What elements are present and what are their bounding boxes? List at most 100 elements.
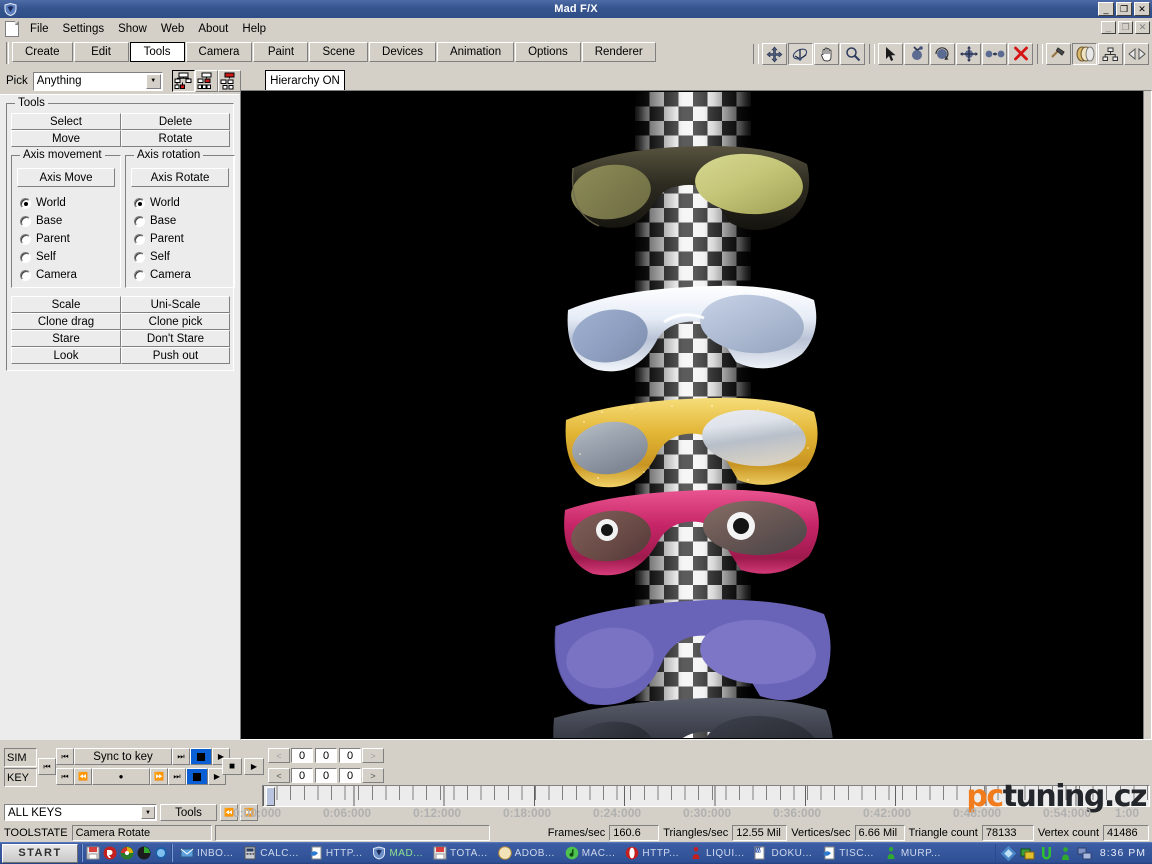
dont-stare-button[interactable]: Don't Stare xyxy=(121,330,230,347)
look-button[interactable]: Look xyxy=(11,347,121,364)
hierarchy-child-icon[interactable] xyxy=(195,70,218,92)
uni-scale-button[interactable]: Uni-Scale xyxy=(121,296,230,313)
app-green-icon[interactable] xyxy=(137,846,151,860)
save-icon[interactable] xyxy=(86,846,100,860)
link-objects-icon[interactable] xyxy=(982,43,1007,65)
menu-item-settings[interactable]: Settings xyxy=(56,21,112,37)
counter1-field-1[interactable]: 0 xyxy=(291,748,313,763)
push-out-button[interactable]: Push out xyxy=(121,347,230,364)
task-adobe[interactable]: ADOB... xyxy=(494,844,559,862)
menu-item-about[interactable]: About xyxy=(191,21,235,37)
key-stop-button[interactable] xyxy=(186,768,208,785)
radio-move-parent[interactable]: Parent xyxy=(20,230,77,248)
radio-move-camera[interactable]: Camera xyxy=(20,266,77,284)
tab-scene[interactable]: Scene xyxy=(309,42,369,62)
flip-arrows-icon[interactable] xyxy=(1124,43,1149,65)
move-object-icon[interactable] xyxy=(904,43,929,65)
tab-create[interactable]: Create xyxy=(12,42,73,62)
anim-tools-button[interactable]: Tools xyxy=(160,804,217,821)
tab-camera[interactable]: Camera xyxy=(185,42,253,62)
counter2-field-3[interactable]: 0 xyxy=(339,768,361,783)
radio-rot-camera[interactable]: Camera xyxy=(134,266,191,284)
task-doku[interactable]: W DOKU... xyxy=(750,844,816,862)
start-button[interactable]: START xyxy=(2,843,78,863)
counter1-field-2[interactable]: 0 xyxy=(315,748,337,763)
radio-move-self[interactable]: Self xyxy=(20,248,77,266)
diamond-icon[interactable] xyxy=(1000,845,1016,861)
global-stop-button[interactable]: ■ xyxy=(222,758,242,775)
counter2-field-1[interactable]: 0 xyxy=(291,768,313,783)
maximize-button[interactable]: ❐ xyxy=(1116,2,1132,16)
tab-paint[interactable]: Paint xyxy=(253,42,309,62)
sim-stop-button[interactable] xyxy=(190,748,212,765)
counter2-field-2[interactable]: 0 xyxy=(315,768,337,783)
sim-rewind-button[interactable]: ⏮ xyxy=(56,748,74,765)
close-button[interactable]: ✕ xyxy=(1134,2,1150,16)
task-murp[interactable]: MURP... xyxy=(880,844,945,862)
sim-forward-button[interactable]: ⏭ xyxy=(172,748,190,765)
key-rewind-all-button[interactable]: ⏮ xyxy=(56,768,74,785)
minimize-button[interactable]: _ xyxy=(1098,2,1114,16)
axis-orbit-icon[interactable] xyxy=(788,43,813,65)
viewport-scrollbar[interactable] xyxy=(1143,91,1151,739)
person-icon[interactable] xyxy=(1058,846,1073,861)
select-button[interactable]: Select xyxy=(11,113,121,130)
task-inbox[interactable]: INBO... xyxy=(176,844,237,862)
tab-options[interactable]: Options xyxy=(515,42,581,62)
tab-devices[interactable]: Devices xyxy=(369,42,436,62)
global-play-button[interactable]: ▶ xyxy=(244,758,264,775)
delete-button[interactable]: Delete xyxy=(121,113,230,130)
chevron-down-icon[interactable]: ▼ xyxy=(141,806,155,819)
hand-icon[interactable] xyxy=(814,43,839,65)
radio-rot-base[interactable]: Base xyxy=(134,212,191,230)
media-icon[interactable] xyxy=(120,846,134,860)
mdi-close-button[interactable]: ✕ xyxy=(1135,21,1150,34)
all-keys-combo[interactable]: ALL KEYS ▼ xyxy=(4,804,157,821)
counter1-next-button[interactable]: > xyxy=(362,748,384,763)
network-icon[interactable] xyxy=(1020,846,1035,861)
rotate-button[interactable]: Rotate xyxy=(121,130,230,147)
mdi-minimize-button[interactable]: _ xyxy=(1101,21,1116,34)
clone-drag-button[interactable]: Clone drag xyxy=(11,313,121,330)
displays-icon[interactable] xyxy=(1077,846,1092,861)
axis-rotate-button[interactable]: Axis Rotate xyxy=(131,168,229,187)
hierarchy-parent-icon[interactable] xyxy=(218,70,241,92)
timeline-playhead[interactable] xyxy=(266,787,275,806)
menu-item-help[interactable]: Help xyxy=(235,21,273,37)
task-http-2[interactable]: HTTP... xyxy=(621,844,683,862)
delete-red-x-icon[interactable] xyxy=(1008,43,1033,65)
radio-move-world[interactable]: World xyxy=(20,194,77,212)
scale-button[interactable]: Scale xyxy=(11,296,121,313)
tab-renderer[interactable]: Renderer xyxy=(581,42,656,62)
menu-item-file[interactable]: File xyxy=(23,21,56,37)
mdi-restore-button[interactable]: ❐ xyxy=(1118,21,1133,34)
hierarchy-tree-icon[interactable] xyxy=(1098,43,1123,65)
key-record-button[interactable]: ● xyxy=(92,768,150,785)
task-madfx[interactable]: MAD... xyxy=(368,844,427,862)
task-calc[interactable]: CALC... xyxy=(239,844,303,862)
materials-icon[interactable] xyxy=(1072,43,1097,65)
magnifier-icon[interactable] xyxy=(840,43,865,65)
move-axis-object-icon[interactable] xyxy=(956,43,981,65)
axis-move-button[interactable]: Axis Move xyxy=(17,168,115,187)
browser-icon[interactable] xyxy=(154,846,168,860)
radio-move-base[interactable]: Base xyxy=(20,212,77,230)
task-tisc[interactable]: TISC... xyxy=(818,844,878,862)
pan-move-icon[interactable] xyxy=(762,43,787,65)
task-http-1[interactable]: HTTP... xyxy=(305,844,367,862)
3d-viewport[interactable] xyxy=(242,92,1143,738)
hierarchy-toggle[interactable]: Hierarchy ON xyxy=(265,70,345,92)
arrow-cursor-icon[interactable] xyxy=(878,43,903,65)
tab-animation[interactable]: Animation xyxy=(436,42,515,62)
move-button[interactable]: Move xyxy=(11,130,121,147)
tab-tools[interactable]: Tools xyxy=(129,42,185,62)
counter1-field-3[interactable]: 0 xyxy=(339,748,361,763)
hierarchy-full-icon[interactable] xyxy=(172,70,195,92)
task-total[interactable]: TOTA... xyxy=(429,844,492,862)
stare-button[interactable]: Stare xyxy=(11,330,121,347)
radio-rot-world[interactable]: World xyxy=(134,194,191,212)
hammer-icon[interactable] xyxy=(1046,43,1071,65)
key-forward-all-button[interactable]: ⏭ xyxy=(168,768,186,785)
counter2-prev-button[interactable]: < xyxy=(268,768,290,783)
sync-to-key-button[interactable]: Sync to key xyxy=(74,748,172,765)
